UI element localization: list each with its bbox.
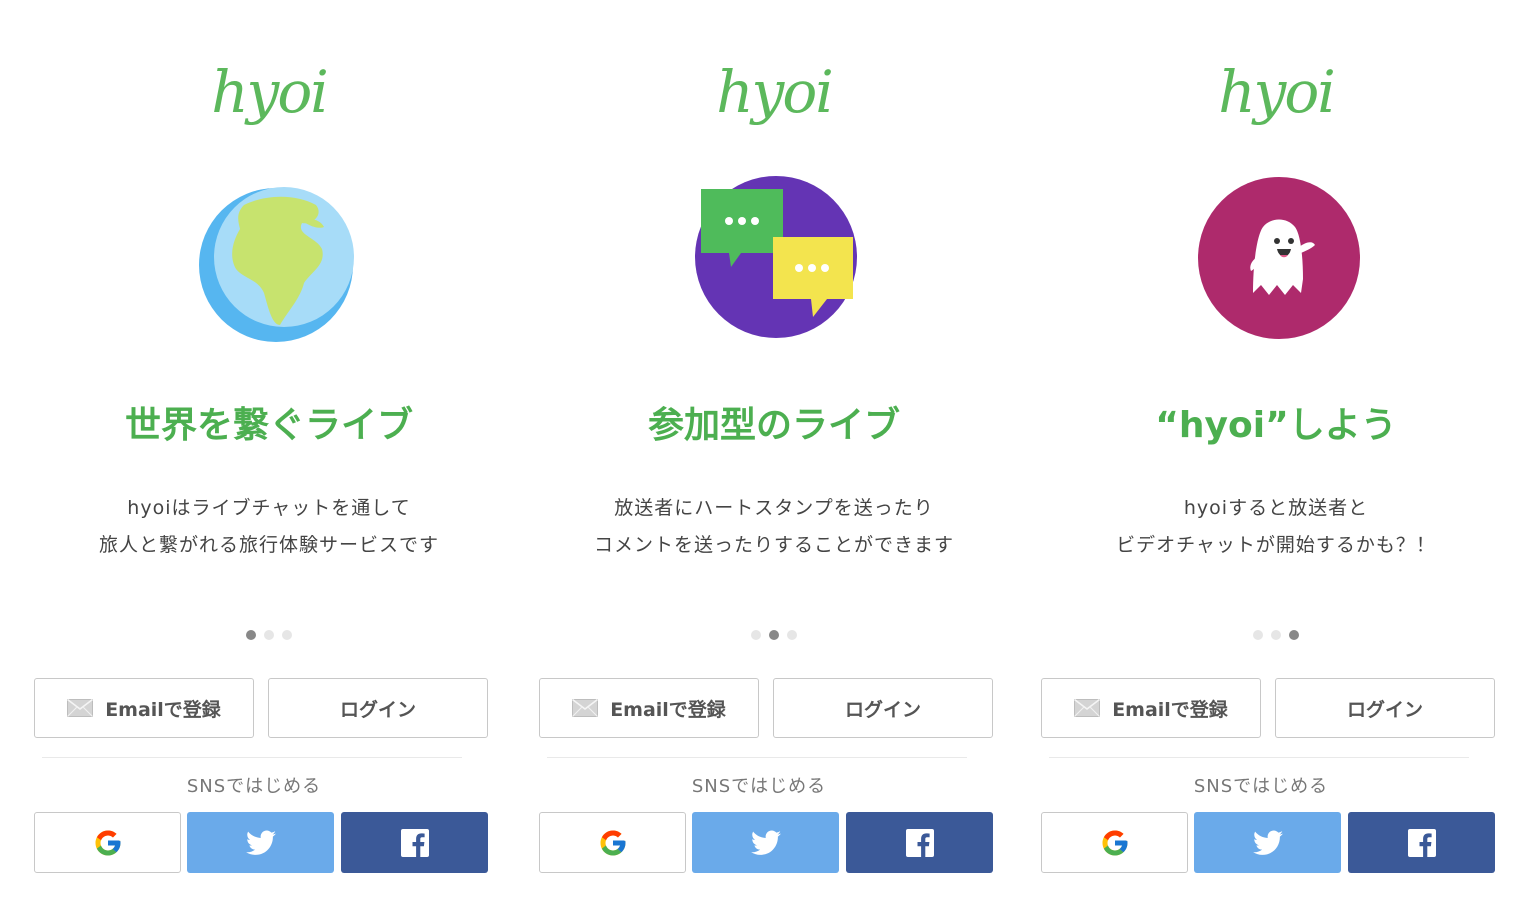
onboarding-panel-3: hyoi “hyoi”しよう hyoiすると放送者と ビデオチャットが開始するか… <box>1041 0 1511 904</box>
description: 放送者にハートスタンプを送ったり コメントを送ったりすることができます <box>539 490 1009 564</box>
twitter-icon <box>750 830 781 855</box>
page-dot[interactable] <box>751 630 761 640</box>
headline: 世界を繋ぐライブ <box>124 405 413 446</box>
email-register-button[interactable]: Emailで登録 <box>34 678 254 738</box>
email-register-label: Emailで登録 <box>610 698 726 721</box>
onboarding-panel-1: hyoi 世界を繋ぐライブ hyoiはライブチャットを通して 旅人と繋がれる旅行… <box>34 0 504 904</box>
description-line: 放送者にハートスタンプを送ったり <box>614 497 934 519</box>
divider <box>1049 757 1469 758</box>
hyoi-logo: hyoi <box>211 58 329 126</box>
onboarding-screens: hyoi 世界を繋ぐライブ hyoiはライブチャットを通して 旅人と繋がれる旅行… <box>0 0 1523 904</box>
page-dot[interactable] <box>1253 630 1263 640</box>
twitter-icon <box>1252 830 1283 855</box>
page-dot-active[interactable] <box>246 630 256 640</box>
mail-icon <box>572 699 599 717</box>
description-line: 旅人と繋がれる旅行体験サービスです <box>98 534 439 556</box>
facebook-icon <box>905 828 934 857</box>
google-icon <box>600 830 625 855</box>
description-line: hyoiはライブチャットを通して <box>127 497 411 519</box>
headline: 参加型のライブ <box>647 405 900 446</box>
sns-label: SNSではじめる <box>186 776 322 797</box>
page-dot[interactable] <box>264 630 274 640</box>
facebook-login-button[interactable] <box>1348 812 1495 873</box>
page-dot-active[interactable] <box>1289 630 1299 640</box>
email-register-button[interactable]: Emailで登録 <box>539 678 759 738</box>
login-label: ログイン <box>844 698 921 721</box>
mail-icon <box>1074 699 1101 717</box>
hyoi-logo: hyoi <box>716 58 834 126</box>
headline: “hyoi”しよう <box>1155 405 1397 446</box>
login-button[interactable]: ログイン <box>268 678 488 738</box>
login-button[interactable]: ログイン <box>773 678 993 738</box>
facebook-icon <box>1407 828 1436 857</box>
description-line: ビデオチャットが開始するかも？！ <box>1116 534 1436 556</box>
onboarding-panel-2: hyoi 参加型のライブ 放送者にハートスタンプを送ったり コメントを送ったりす… <box>539 0 1009 904</box>
google-login-button[interactable] <box>539 812 686 873</box>
email-register-label: Emailで登録 <box>1112 698 1228 721</box>
google-icon <box>1102 830 1127 855</box>
email-register-button[interactable]: Emailで登録 <box>1041 678 1261 738</box>
description: hyoiすると放送者と ビデオチャットが開始するかも？！ <box>1041 490 1511 564</box>
facebook-login-button[interactable] <box>846 812 993 873</box>
login-label: ログイン <box>1346 698 1423 721</box>
page-indicator <box>1041 625 1511 640</box>
divider <box>547 757 967 758</box>
sns-label: SNSではじめる <box>1193 776 1329 797</box>
facebook-login-button[interactable] <box>341 812 488 873</box>
page-indicator <box>539 625 1009 640</box>
twitter-icon <box>245 830 276 855</box>
email-register-label: Emailで登録 <box>105 698 221 721</box>
description: hyoiはライブチャットを通して 旅人と繋がれる旅行体験サービスです <box>34 490 504 564</box>
twitter-login-button[interactable] <box>1194 812 1341 873</box>
globe-icon <box>199 187 354 342</box>
page-dot[interactable] <box>787 630 797 640</box>
description-line: コメントを送ったりすることができます <box>593 534 954 556</box>
hyoi-logo: hyoi <box>1218 58 1336 126</box>
page-dot[interactable] <box>1271 630 1281 640</box>
twitter-login-button[interactable] <box>187 812 334 873</box>
login-button[interactable]: ログイン <box>1275 678 1495 738</box>
page-dot[interactable] <box>282 630 292 640</box>
page-indicator <box>34 625 504 640</box>
google-icon <box>95 830 120 855</box>
twitter-login-button[interactable] <box>692 812 839 873</box>
google-login-button[interactable] <box>1041 812 1188 873</box>
page-dot-active[interactable] <box>769 630 779 640</box>
chat-bubbles-icon <box>695 176 857 338</box>
login-label: ログイン <box>339 698 416 721</box>
sns-label: SNSではじめる <box>691 776 827 797</box>
facebook-icon <box>400 828 429 857</box>
divider <box>42 757 462 758</box>
google-login-button[interactable] <box>34 812 181 873</box>
mail-icon <box>67 699 94 717</box>
description-line: hyoiすると放送者と <box>1183 497 1369 519</box>
ghost-icon <box>1198 177 1360 339</box>
